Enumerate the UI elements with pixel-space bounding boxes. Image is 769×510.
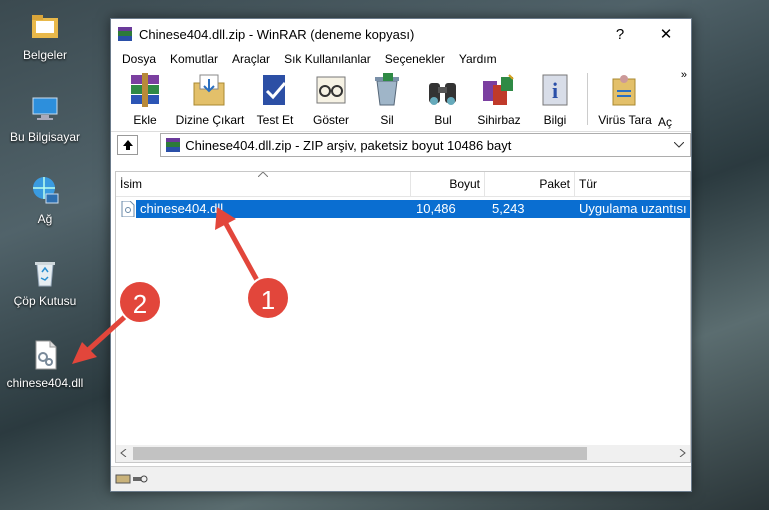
step-badge-2: 2 xyxy=(118,280,162,324)
arrow-1-line xyxy=(222,220,261,284)
step-badge-1: 1 xyxy=(246,276,290,320)
annotation-arrows xyxy=(72,207,261,364)
arrow-2-line xyxy=(84,312,130,354)
